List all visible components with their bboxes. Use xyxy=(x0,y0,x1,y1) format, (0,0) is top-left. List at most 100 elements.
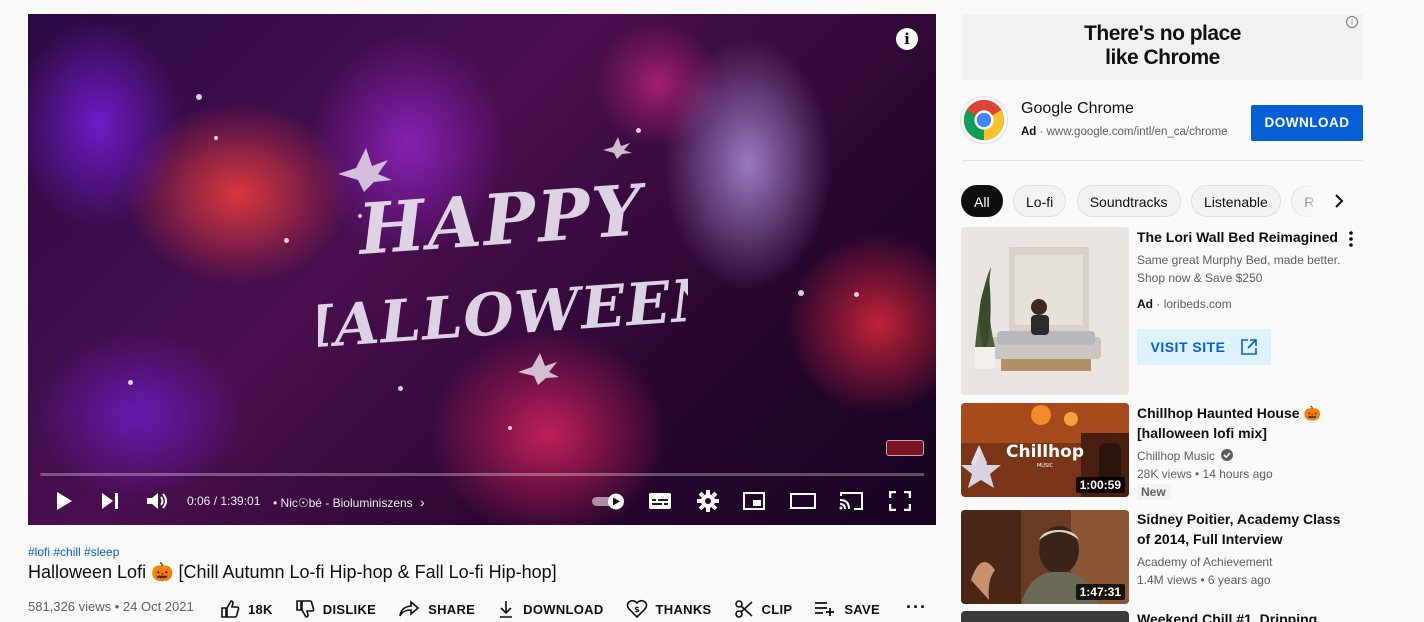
thumb-text: Chillhop xyxy=(1006,442,1084,462)
chrome-logo-icon xyxy=(960,96,1008,144)
bat-icon xyxy=(518,353,559,385)
download-icon xyxy=(500,601,513,618)
filter-chips: All Lo-fi Soundtracks Listenable R xyxy=(961,185,1315,217)
ad-label: Ad xyxy=(1137,297,1153,311)
ad-info-icon[interactable]: i xyxy=(1346,16,1358,28)
video-title-line1[interactable]: Weekend Chill #1, Dripping xyxy=(1137,609,1317,622)
heart-dollar-icon: $ xyxy=(626,599,647,619)
miniplayer-icon[interactable] xyxy=(742,489,766,513)
video-title: Halloween Lofi 🎃 [Chill Autumn Lo-fi Hip… xyxy=(28,562,557,582)
snow-dot xyxy=(196,94,202,100)
time-display: 0:06 / 1:39:01 xyxy=(187,494,261,508)
chevron-right-icon: › xyxy=(420,494,425,510)
volume-icon[interactable] xyxy=(144,489,170,513)
video-player[interactable]: HAPPY HALLOWEEN i 0:06 / 1:39:01 • Nic☉b… xyxy=(28,14,936,525)
autoplay-toggle[interactable] xyxy=(590,489,628,513)
clip-label: CLIP xyxy=(761,601,793,617)
overlay-line-1: HAPPY xyxy=(354,168,651,271)
snow-dot xyxy=(508,426,512,430)
fullscreen-icon[interactable] xyxy=(888,489,912,513)
video-thumbnail[interactable]: 1:47:31 xyxy=(961,510,1129,604)
snow-dot xyxy=(128,380,133,385)
hashtags[interactable]: #lofi #chill #sleep xyxy=(28,545,119,559)
video-title-line2[interactable]: of 2014, Full Interview xyxy=(1137,529,1283,549)
channel-name[interactable]: Academy of Achievement xyxy=(1137,553,1272,571)
more-options-icon[interactable] xyxy=(1344,230,1358,248)
dislike-label: DISLIKE xyxy=(322,601,377,617)
theater-mode-icon[interactable] xyxy=(790,489,816,513)
thanks-label: THANKS xyxy=(655,601,712,617)
bat-icon xyxy=(603,137,632,159)
lori-ad-domain: loribeds.com xyxy=(1163,297,1232,311)
like-button[interactable]: 18K xyxy=(220,599,273,619)
ad-download-button[interactable]: DOWNLOAD xyxy=(1251,105,1363,141)
lori-ad-desc-2: Shop now & Save $250 xyxy=(1137,271,1263,285)
dislike-button[interactable]: DISLIKE xyxy=(295,599,376,619)
video-thumbnail[interactable] xyxy=(961,611,1129,622)
snow-dot xyxy=(798,290,804,296)
video-stats: 28K views • 14 hours ago xyxy=(1137,467,1273,481)
thumbs-up-icon xyxy=(221,600,240,618)
channel-label: Chillhop Music xyxy=(1137,449,1216,463)
video-title-line2[interactable]: [halloween lofi mix] xyxy=(1137,423,1267,443)
save-label: SAVE xyxy=(844,601,880,617)
happy-halloween-art: HAPPY HALLOWEEN xyxy=(318,137,688,385)
chapter-label: • Nic☉bé - Bioluminiszens xyxy=(273,496,413,510)
chip-lofi[interactable]: Lo-fi xyxy=(1013,185,1067,217)
divider xyxy=(962,160,1363,161)
thumb-subtext: MUSIC xyxy=(1037,463,1054,469)
svg-text:$: $ xyxy=(634,605,640,614)
chip-listenable[interactable]: Listenable xyxy=(1190,185,1281,217)
info-icon[interactable]: i xyxy=(896,28,918,50)
lori-ad-meta: Ad · loribeds.com xyxy=(1137,295,1232,313)
more-actions-icon[interactable]: ··· xyxy=(906,597,927,618)
thanks-button[interactable]: $ THANKS xyxy=(626,599,712,619)
ad-banner-line1: There's no place xyxy=(1084,22,1241,45)
cast-icon[interactable] xyxy=(838,489,864,513)
snow-dot xyxy=(214,136,218,140)
video-title-line1[interactable]: Chillhop Haunted House 🎃 xyxy=(1137,403,1321,423)
action-bar: 18K DISLIKE SHARE DOWNLOAD $ THANKS CLIP… xyxy=(220,597,902,621)
like-count: 18K xyxy=(248,601,273,617)
video-thumbnail[interactable]: Chillhop MUSIC 1:00:59 xyxy=(961,403,1129,497)
chapter-title[interactable]: • Nic☉bé - Bioluminiszens › xyxy=(273,494,425,510)
new-badge: New xyxy=(1137,484,1170,500)
video-duration: 1:47:31 xyxy=(1075,584,1125,600)
chip-soundtracks[interactable]: Soundtracks xyxy=(1076,185,1181,217)
save-button[interactable]: SAVE xyxy=(814,600,880,618)
chrome-ad-banner[interactable]: There's no place like Chrome i xyxy=(962,14,1363,80)
ad-dot: · xyxy=(1156,297,1164,311)
clip-button[interactable]: CLIP xyxy=(734,599,793,619)
lori-ad-desc-1: Same great Murphy Bed, made better. xyxy=(1137,253,1341,267)
video-title-line1[interactable]: Sidney Poitier, Academy Class xyxy=(1137,509,1340,529)
download-label: DOWNLOAD xyxy=(523,601,604,617)
ad-url: www.google.com/intl/en_ca/chrome xyxy=(1046,126,1228,138)
progress-played xyxy=(40,473,41,476)
video-meta: 581,326 views • 24 Oct 2021 xyxy=(28,599,194,614)
progress-bar[interactable] xyxy=(40,473,924,476)
channel-name[interactable]: Chillhop Music xyxy=(1137,447,1234,465)
advertiser-name[interactable]: Google Chrome xyxy=(1021,100,1134,118)
video-stats: 1.4M views • 6 years ago xyxy=(1137,573,1271,587)
share-button[interactable]: SHARE xyxy=(398,600,475,618)
bed-photo xyxy=(961,227,1129,395)
subscribe-watermark[interactable] xyxy=(886,440,924,456)
playlist-add-icon xyxy=(815,602,835,616)
lori-ad-title[interactable]: The Lori Wall Bed Reimagined xyxy=(1137,227,1338,247)
subtitles-icon[interactable] xyxy=(648,489,672,513)
lori-ad-thumbnail[interactable] xyxy=(961,227,1129,395)
download-button[interactable]: DOWNLOAD xyxy=(497,599,603,619)
next-icon[interactable] xyxy=(98,489,122,513)
player-controls: 0:06 / 1:39:01 • Nic☉bé - Bioluminiszens… xyxy=(28,484,936,518)
scissors-icon xyxy=(734,600,753,618)
external-link-icon xyxy=(1240,339,1257,355)
visit-site-button[interactable]: VISIT SITE xyxy=(1137,329,1271,365)
chevron-right-icon[interactable] xyxy=(1330,192,1348,210)
share-label: SHARE xyxy=(428,601,476,617)
play-icon[interactable] xyxy=(52,489,76,513)
settings-gear-icon[interactable] xyxy=(696,489,720,513)
visit-site-label: VISIT SITE xyxy=(1150,339,1226,355)
video-duration: 1:00:59 xyxy=(1075,477,1125,493)
overlay-line-2: HALLOWEEN xyxy=(318,264,688,363)
chip-all[interactable]: All xyxy=(961,185,1003,217)
